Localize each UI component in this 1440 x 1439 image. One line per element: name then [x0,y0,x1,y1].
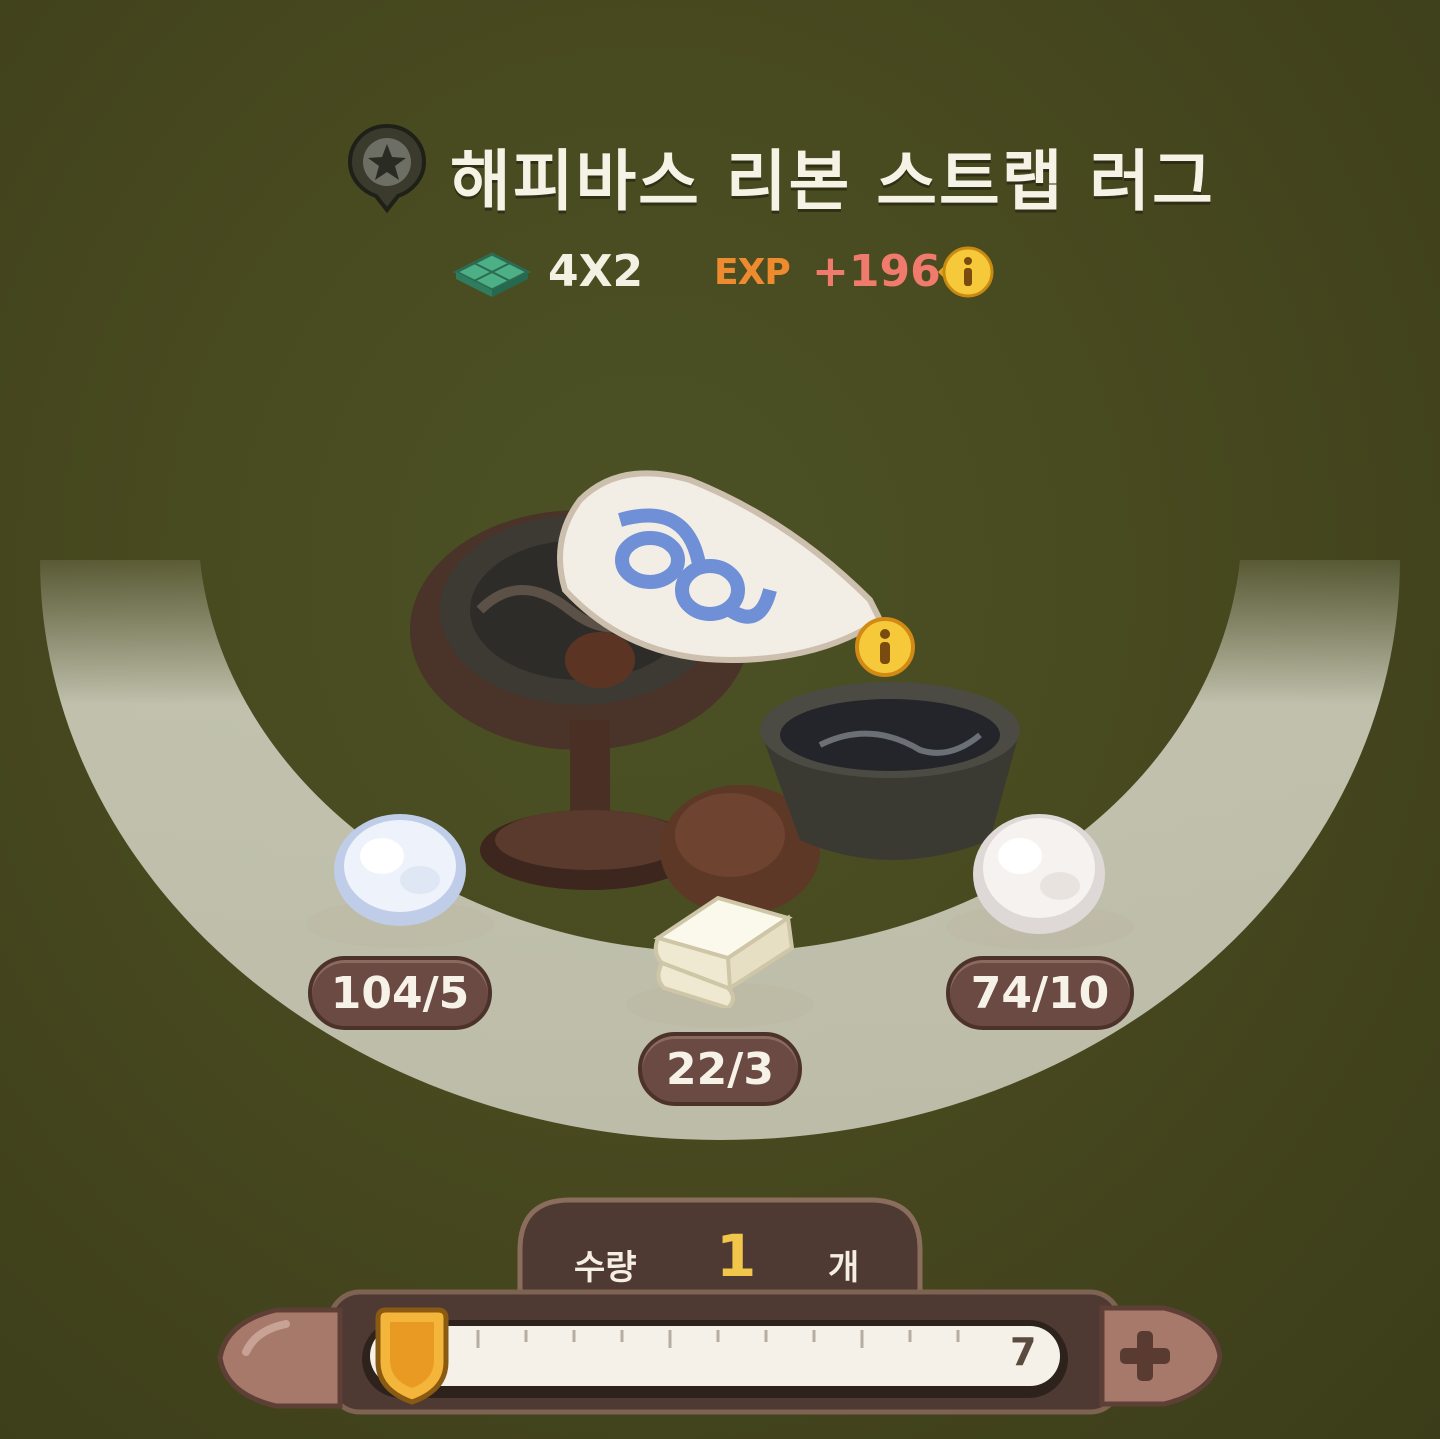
material-count-blue-fluff: 104/5 [308,956,492,1030]
product-info-icon[interactable] [852,614,918,680]
quantity-max: 7 [1010,1330,1037,1374]
quantity-value: 1 [716,1222,757,1290]
decrease-button[interactable] [216,1302,346,1414]
item-title: 해피바스 리본 스트랩 러그 [450,143,1215,220]
quantity-slider-track[interactable] [368,1320,1062,1392]
material-count-folded-cloth: 22/3 [638,1032,802,1106]
floor-tile-icon [452,250,532,300]
increase-button[interactable] [1098,1300,1224,1412]
quantity-slider-thumb[interactable] [370,1306,454,1406]
product-illustration [400,460,1040,930]
quantity-label: 수량 [574,1248,637,1288]
material-count-white-fluff: 74/10 [946,956,1134,1030]
item-size: 4X2 [548,246,644,297]
exp-info-icon[interactable] [934,243,994,301]
exp-label: EXP [714,252,791,293]
exp-value: +196 [812,246,941,297]
white-fluff-icon[interactable] [968,806,1110,938]
quantity-unit: 개 [828,1248,860,1288]
blue-fluff-icon[interactable] [330,808,470,928]
folded-cloth-icon[interactable] [648,878,798,1011]
star-pin-icon [346,122,428,214]
